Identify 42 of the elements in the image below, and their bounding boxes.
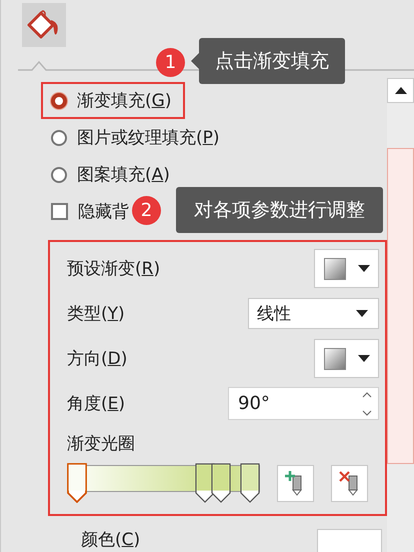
checkbox[interactable]	[51, 203, 68, 220]
radio-button[interactable]	[51, 92, 67, 108]
radio-button[interactable]	[51, 166, 67, 182]
remove-stop-button[interactable]	[331, 464, 368, 502]
fill-tab[interactable]	[22, 3, 66, 47]
option-label: 图案填充(A)	[77, 164, 170, 186]
stops-label: 渐变光圈	[67, 432, 135, 454]
direction-dropdown[interactable]	[314, 339, 379, 378]
gradient-stop[interactable]	[210, 463, 231, 503]
up-arrow-icon	[394, 87, 406, 94]
spinner-icon	[362, 390, 372, 416]
gradient-stop[interactable]	[195, 463, 216, 503]
callout-tooltip: 对各项参数进行调整	[176, 187, 383, 233]
fill-option[interactable]: 渐变填充(G)	[41, 82, 186, 119]
gradient-stop[interactable]	[240, 463, 260, 503]
type-label: 类型(Y)	[67, 303, 125, 325]
checkbox-label: 隐藏背	[78, 201, 129, 223]
scrollbar[interactable]	[387, 78, 414, 552]
caret-icon	[356, 310, 368, 317]
step-badge: 2	[132, 196, 161, 225]
gradient-stop[interactable]	[67, 463, 87, 503]
option-label: 渐变填充(G)	[77, 90, 172, 112]
remove-stop-icon	[338, 470, 360, 496]
option-label: 图片或纹理填充(P)	[77, 127, 220, 149]
direction-label: 方向(D)	[67, 348, 128, 370]
add-stop-button[interactable]	[277, 464, 314, 502]
fill-option[interactable]: 图片或纹理填充(P)	[41, 119, 234, 156]
gradient-swatch-icon	[324, 348, 346, 370]
angle-label: 角度(E)	[67, 393, 126, 415]
callout-tooltip: 点击渐变填充	[199, 38, 345, 84]
type-dropdown[interactable]: 线性	[248, 298, 379, 329]
scroll-thumb[interactable]	[387, 148, 414, 464]
step-badge: 1	[156, 48, 185, 77]
color-label: 颜色(C)	[81, 528, 140, 550]
gradient-swatch-icon	[324, 258, 346, 280]
preset-dropdown[interactable]	[314, 249, 379, 288]
preset-label: 预设渐变(R)	[67, 258, 160, 280]
caret-icon	[358, 265, 370, 272]
radio-button[interactable]	[51, 130, 67, 146]
caret-icon	[358, 355, 370, 362]
scroll-up-button[interactable]	[387, 78, 414, 103]
angle-field[interactable]: 90°	[228, 387, 379, 420]
